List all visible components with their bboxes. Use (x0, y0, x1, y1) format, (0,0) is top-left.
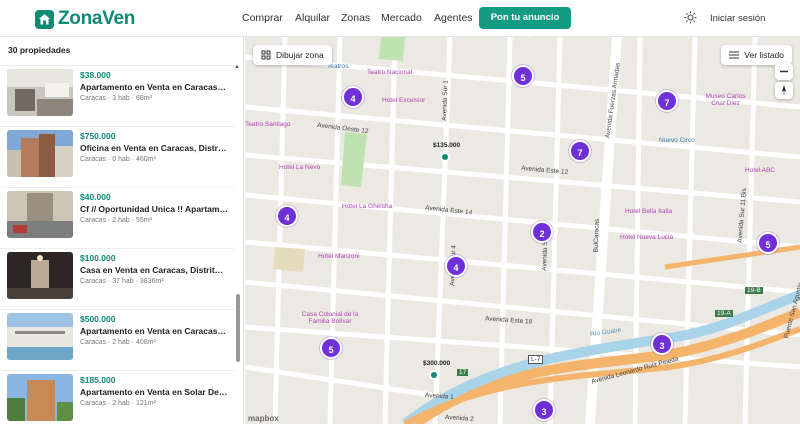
poi-label[interactable]: Hotel La Nevo (279, 164, 320, 171)
sidebar-scrollbar[interactable] (236, 294, 240, 362)
compass-button[interactable] (775, 82, 793, 99)
poi-label[interactable]: Hotel La Gheisha (342, 203, 392, 210)
post-listing-button[interactable]: Pon tu anuncio gratis (479, 7, 571, 45)
listing-sidebar: 30 propiedades $38.000 Apartamento en Ve… (0, 37, 244, 424)
listing-photo (7, 69, 73, 116)
poi-label[interactable]: Hotel ABC (745, 167, 775, 174)
cluster-marker[interactable]: 3 (651, 333, 673, 355)
route-shield: 19-A (715, 310, 733, 317)
listing-card[interactable]: $750.000 Oficina en Venta en Caracas, Di… (0, 126, 234, 187)
poi-label[interactable]: Teatro Nacional (367, 69, 412, 76)
listing-title[interactable]: Cf // Oportunidad Unica !! Apartamen... (80, 204, 228, 214)
view-list-label: Ver listado (744, 50, 784, 60)
draw-zone-icon (261, 50, 271, 60)
street-label: Avenida Sur 1 (441, 80, 450, 121)
top-header: ZonaVen Comprar Alquilar Zonas Mercado A… (0, 0, 800, 45)
listing-title[interactable]: Apartamento en Venta en Caracas, Di... (80, 82, 228, 92)
listing-photo (7, 374, 73, 421)
home-icon (35, 9, 54, 29)
route-shield: 19-B (745, 287, 763, 294)
results-count: 30 propiedades (8, 45, 71, 55)
listing-photo (7, 130, 73, 177)
scroll-up-arrow-icon[interactable]: ▲ (234, 64, 240, 70)
poi-label[interactable]: Hotel Excelsior (382, 97, 425, 104)
zoom-out-button[interactable] (775, 63, 793, 80)
listing-card[interactable]: $185.000 Apartamento en Venta en Solar D… (0, 370, 234, 424)
listing-card[interactable]: $40.000 Cf // Oportunidad Unica !! Apart… (0, 187, 234, 248)
listing-price: $750.000 (80, 131, 116, 141)
brand-logo[interactable]: ZonaVen (35, 8, 135, 30)
listing-card[interactable]: $500.000 Apartamento en Venta en Caracas… (0, 309, 234, 370)
listing-price: $40.000 (80, 192, 111, 202)
nav-mercado[interactable]: Mercado (381, 12, 422, 24)
brand-name: ZonaVen (58, 8, 136, 29)
pin-price-label: $135.000 (433, 142, 461, 149)
listing-photo (7, 191, 73, 238)
cluster-marker[interactable]: 4 (445, 255, 467, 277)
property-pin[interactable] (440, 152, 450, 162)
minus-icon (780, 70, 788, 73)
listing-title[interactable]: Apartamento en Venta en Solar Del H... (80, 387, 228, 397)
poi-label[interactable]: Museo Carlos Cruz Diez (698, 93, 753, 107)
cluster-marker[interactable]: 5 (320, 337, 342, 359)
draw-zone-label: Dibujar zona (276, 50, 324, 60)
listing-card[interactable]: $38.000 Apartamento en Venta en Caracas,… (0, 65, 234, 126)
listing-price: $38.000 (80, 70, 111, 80)
login-link[interactable]: Iniciar sesión (710, 13, 765, 24)
cluster-marker[interactable]: 5 (512, 65, 534, 87)
listing-price: $185.000 (80, 375, 116, 385)
route-shield: L-7 (528, 355, 544, 364)
street-label: BulCaracas (592, 218, 601, 253)
cluster-marker[interactable]: 7 (569, 140, 591, 162)
listing-meta: Caracas · 0 hab · 460m² (80, 156, 156, 163)
cluster-marker[interactable]: 4 (342, 86, 364, 108)
listing-photo (7, 313, 73, 360)
poi-label[interactable]: Hotel Manzoni (318, 253, 360, 260)
view-list-button[interactable]: Ver listado (721, 45, 792, 65)
list-icon (729, 51, 740, 59)
poi-label[interactable]: Hotel Nueva Lucia (620, 234, 673, 241)
cluster-marker[interactable]: 5 (757, 232, 779, 254)
compass-icon (782, 85, 786, 96)
route-shield: 17 (457, 369, 469, 376)
listing-price: $500.000 (80, 314, 116, 324)
cluster-marker[interactable]: 2 (531, 221, 553, 243)
nav-comprar[interactable]: Comprar (242, 12, 283, 24)
cluster-marker[interactable]: 4 (276, 205, 298, 227)
nav-zonas[interactable]: Zonas (341, 12, 370, 24)
property-map[interactable]: Avenida Oeste 12 Avenida Este 12 Avenida… (245, 37, 800, 424)
property-pin[interactable] (429, 370, 439, 380)
mapbox-attribution[interactable]: mapbox (248, 414, 279, 423)
listing-meta: Caracas · 3 hab · 68m² (80, 95, 152, 102)
listing-meta: Caracas · 2 hab · 408m² (80, 339, 156, 346)
listing-title[interactable]: Apartamento en Venta en Caracas, Di... (80, 326, 228, 336)
listing-title[interactable]: Casa en Venta en Caracas, Distrito C... (80, 265, 228, 275)
cluster-marker[interactable]: 3 (533, 399, 555, 421)
cluster-marker[interactable]: 7 (656, 90, 678, 112)
listing-card[interactable]: $100.000 Casa en Venta en Caracas, Distr… (0, 248, 234, 309)
listing-meta: Caracas · 2 hab · 55m² (80, 217, 152, 224)
poi-label[interactable]: Teatro Santiago (245, 121, 291, 128)
draw-zone-button[interactable]: Dibujar zona (253, 45, 332, 65)
poi-label[interactable]: Nuevo Circo (659, 137, 695, 144)
nav-alquilar[interactable]: Alquilar (295, 12, 330, 24)
listing-photo (7, 252, 73, 299)
listing-title[interactable]: Oficina en Venta en Caracas, Distrito ..… (80, 143, 228, 153)
poi-label[interactable]: Casa Colonial de la Familia Bolívar (300, 311, 360, 325)
listing-meta: Caracas · 37 hab · 3836m² (80, 278, 164, 285)
sun-icon[interactable] (684, 11, 697, 24)
pin-price-label: $300.000 (423, 360, 451, 367)
poi-label[interactable]: Hotel Bella Italia (625, 208, 672, 215)
listing-price: $100.000 (80, 253, 116, 263)
listing-meta: Caracas · 2 hab · 121m² (80, 400, 156, 407)
nav-agentes[interactable]: Agentes (434, 12, 473, 24)
